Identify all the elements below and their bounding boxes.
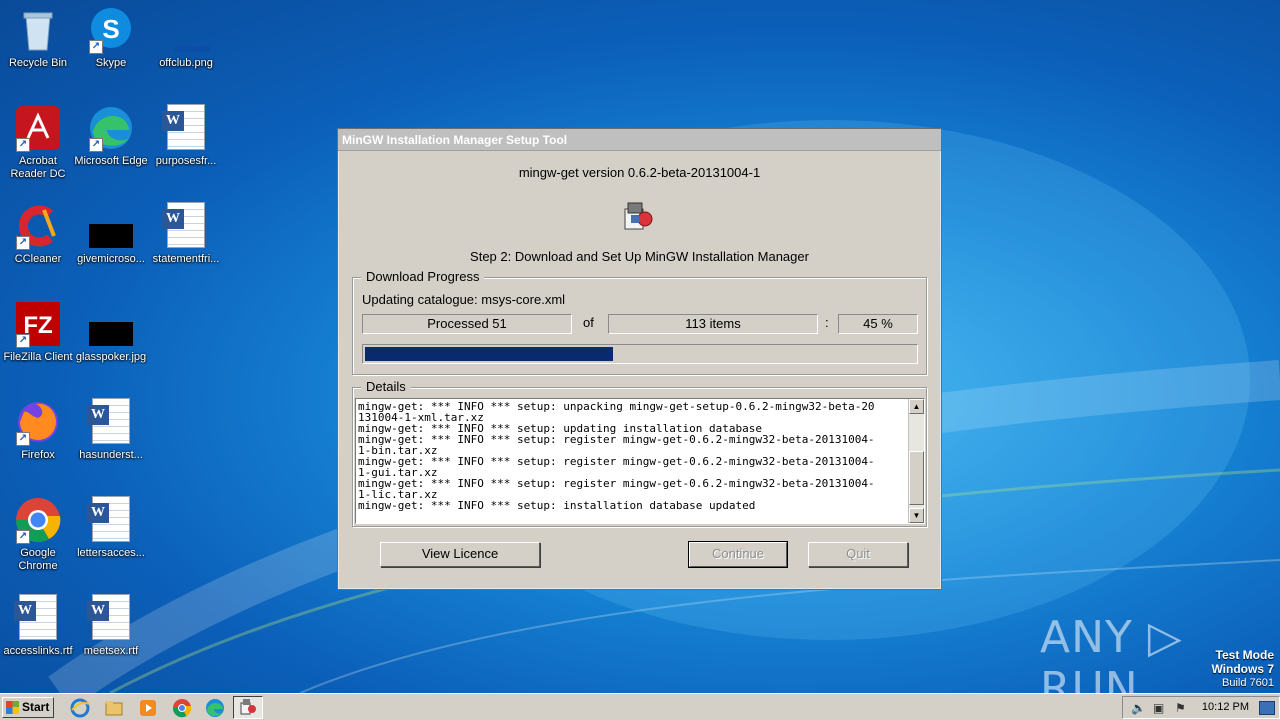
word-document-icon: W	[87, 496, 135, 544]
catalogue-status: Updating catalogue: msys-core.xml	[362, 292, 566, 307]
start-button[interactable]: Start	[2, 697, 54, 718]
desktop-icon-firefox[interactable]: ↗ Firefox	[0, 398, 76, 462]
percent-complete: 45 %	[838, 314, 918, 334]
mingw-taskbar-button[interactable]	[233, 696, 263, 719]
shortcut-arrow-icon: ↗	[16, 530, 30, 544]
shortcut-arrow-icon: ↗	[16, 236, 30, 250]
volume-icon[interactable]: 🔈	[1131, 702, 1146, 715]
scroll-up-icon[interactable]: ▲	[909, 399, 924, 414]
chrome-icon: ↗	[14, 496, 62, 544]
scroll-down-icon[interactable]: ▼	[909, 508, 924, 523]
desktop-icon-ccleaner[interactable]: ↗ CCleaner	[0, 202, 76, 266]
desktop-icon-skype[interactable]: S ↗ Skype	[73, 6, 149, 70]
ccleaner-icon: ↗	[14, 202, 62, 250]
details-group: Details mingw-get: *** INFO *** setup: u…	[352, 379, 927, 527]
windows-logo-icon	[6, 701, 19, 714]
details-log-text: mingw-get: *** INFO *** setup: unpacking…	[358, 400, 875, 512]
download-progress-legend: Download Progress	[361, 269, 485, 284]
file-explorer-icon[interactable]	[104, 698, 124, 718]
progress-fill	[365, 347, 613, 361]
desktop-icon-purposesfr[interactable]: W purposesfr...	[148, 104, 224, 168]
word-document-icon: W	[162, 104, 210, 152]
desktop-icon-filezilla[interactable]: FZ ↗ FileZilla Client	[0, 300, 76, 364]
edge-taskbar-icon[interactable]	[205, 698, 225, 718]
firefox-icon: ↗	[14, 398, 62, 446]
desktop-icon-acrobat[interactable]: ↗ Acrobat Reader DC	[0, 104, 76, 181]
shortcut-arrow-icon: ↗	[16, 138, 30, 152]
image-file-icon	[162, 6, 222, 54]
desktop-icon-givemicroso[interactable]: givemicroso...	[73, 202, 149, 266]
system-tray: 🔈 ▣ ⚑ 10:12 PM	[1122, 696, 1280, 719]
acrobat-icon: ↗	[14, 104, 62, 152]
image-file-icon	[87, 202, 135, 250]
test-mode-label: Test Mode	[1215, 648, 1274, 662]
show-desktop-icon[interactable]	[1259, 701, 1275, 715]
step-label: Step 2: Download and Set Up MinGW Instal…	[470, 249, 809, 264]
quit-button[interactable]: Quit	[808, 542, 908, 567]
chrome-taskbar-icon[interactable]	[172, 698, 192, 718]
desktop-icon-glasspoker[interactable]: glasspoker.jpg	[73, 300, 149, 364]
continue-button[interactable]: Continue	[688, 541, 788, 568]
word-document-icon: W	[162, 202, 210, 250]
details-log[interactable]: mingw-get: *** INFO *** setup: unpacking…	[355, 398, 925, 524]
start-label: Start	[22, 700, 50, 714]
desktop-icon-lettersacces[interactable]: W lettersacces...	[73, 496, 149, 560]
media-player-icon[interactable]	[138, 698, 158, 718]
desktop-icon-offclub[interactable]: offclub.png	[148, 6, 224, 70]
test-mode-watermark: Test Mode Windows 7 Build 7601	[1211, 648, 1274, 690]
mingw-installer-icon	[621, 199, 655, 233]
details-scrollbar[interactable]: ▲ ▼	[908, 399, 924, 523]
shortcut-arrow-icon: ↗	[16, 334, 30, 348]
word-document-icon: W	[14, 594, 62, 642]
total-items: 113 items	[608, 314, 818, 334]
svg-text:S: S	[102, 14, 119, 44]
details-legend: Details	[361, 379, 411, 394]
dialog-title[interactable]: MinGW Installation Manager Setup Tool	[338, 129, 941, 151]
of-label: of	[583, 315, 594, 330]
desktop-icon-statementfri[interactable]: W statementfri...	[148, 202, 224, 266]
colon-label: :	[825, 315, 829, 330]
desktop-icon-edge[interactable]: ↗ Microsoft Edge	[73, 104, 149, 168]
desktop-icon-chrome[interactable]: ↗ Google Chrome	[0, 496, 76, 573]
word-document-icon: W	[87, 594, 135, 642]
view-licence-button[interactable]: View Licence	[380, 542, 540, 567]
mingw-setup-dialog: MinGW Installation Manager Setup Tool mi…	[337, 128, 942, 590]
shortcut-arrow-icon: ↗	[89, 138, 103, 152]
shortcut-arrow-icon: ↗	[89, 40, 103, 54]
os-label: Windows 7	[1211, 662, 1274, 676]
filezilla-icon: FZ ↗	[14, 300, 62, 348]
internet-explorer-icon[interactable]	[70, 698, 90, 718]
action-center-flag-icon[interactable]: ⚑	[1175, 702, 1189, 715]
image-file-icon	[87, 300, 135, 348]
desktop-icon-meetsex[interactable]: W meetsex.rtf	[73, 594, 149, 658]
processed-count: Processed 51	[362, 314, 572, 334]
download-progress-bar	[362, 344, 918, 364]
desktop-icon-recycle-bin[interactable]: Recycle Bin	[0, 6, 76, 70]
shortcut-arrow-icon: ↗	[16, 432, 30, 446]
desktop-icon-accesslinks[interactable]: W accesslinks.rtf	[0, 594, 76, 658]
skype-icon: S ↗	[87, 6, 135, 54]
taskbar: Start 🔈 ▣ ⚑ 10:12 PM	[0, 693, 1280, 720]
recycle-bin-icon	[14, 6, 62, 54]
clock[interactable]: 10:12 PM	[1202, 701, 1249, 713]
network-icon[interactable]: ▣	[1153, 702, 1167, 715]
build-label: Build 7601	[1222, 677, 1274, 689]
desktop-icon-hasunderst[interactable]: W hasunderst...	[73, 398, 149, 462]
edge-icon: ↗	[87, 104, 135, 152]
download-progress-group: Download Progress Updating catalogue: ms…	[352, 269, 927, 375]
version-label: mingw-get version 0.6.2-beta-20131004-1	[518, 165, 761, 180]
scroll-thumb[interactable]	[909, 451, 924, 505]
word-document-icon: W	[87, 398, 135, 446]
